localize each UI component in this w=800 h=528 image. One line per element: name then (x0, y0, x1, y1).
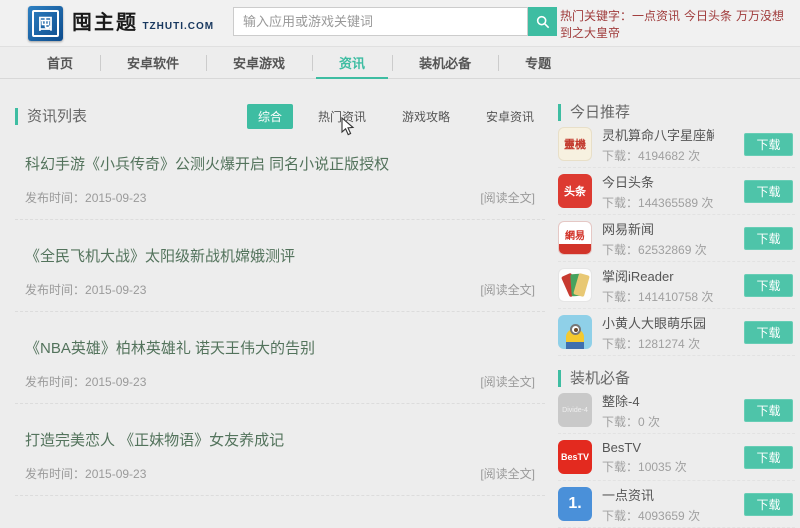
main-nav: 首页 安卓软件 安卓游戏 资讯 装机必备 专题 (0, 47, 800, 79)
news-title-link[interactable]: 《全民飞机大战》太阳级新战机嫦娥测评 (25, 245, 535, 266)
hot-keywords: 热门关键字：一点资讯今日头条万万没想到之大皇帝 (560, 8, 796, 42)
app-download-count: 下载：144365589 次 (602, 194, 714, 211)
logo-domain: TZHUTI.COM (142, 21, 214, 32)
nav-item-topics[interactable]: 专题 (498, 47, 578, 78)
app-row: 小黄人大眼萌乐园 下载：1281274 次 下载 (558, 309, 795, 356)
app-name-link[interactable]: 今日头条 (602, 172, 714, 191)
read-more-link[interactable]: [阅读全文] (480, 373, 535, 390)
nav-item-essentials[interactable]: 装机必备 (392, 47, 498, 78)
app-download-count: 下载：10035 次 (602, 458, 714, 475)
news-date: 发布时间：2015-09-23 (25, 189, 146, 206)
news-item: 《全民飞机大战》太阳级新战机嫦娥测评 发布时间：2015-09-23 [阅读全文… (15, 220, 545, 312)
search-button[interactable] (528, 7, 557, 36)
tab-zonghe[interactable]: 综合 (247, 104, 293, 129)
download-button[interactable]: 下载 (744, 493, 793, 516)
nav-item-home[interactable]: 首页 (20, 47, 100, 78)
ireader-book-icon[interactable] (558, 268, 592, 302)
read-more-link[interactable]: [阅读全文] (480, 465, 535, 482)
hot-keyword-link[interactable]: 今日头条 (684, 9, 732, 23)
download-button[interactable]: 下载 (744, 399, 793, 422)
app-row: 掌阅iReader 下载：141410758 次 下载 (558, 262, 795, 309)
news-date: 发布时间：2015-09-23 (25, 281, 146, 298)
app-name-link[interactable]: BesTV (602, 440, 714, 455)
hot-keywords-label: 热门关键字： (560, 9, 632, 23)
news-item: 打造完美恋人 《正妹物语》女友养成记 发布时间：2015-09-23 [阅读全文… (15, 404, 545, 496)
download-button[interactable]: 下载 (744, 180, 793, 203)
download-button[interactable]: 下载 (744, 446, 793, 469)
tab-hot-news[interactable]: 热门资讯 (307, 104, 377, 129)
download-button[interactable]: 下载 (744, 227, 793, 250)
app-row: 網易 网易新闻 下载：62532869 次 下载 (558, 215, 795, 262)
read-more-link[interactable]: [阅读全文] (480, 189, 535, 206)
download-button[interactable]: 下载 (744, 321, 793, 344)
news-list: 科幻手游《小兵传奇》公测火爆开启 同名小说正版授权 发布时间：2015-09-2… (15, 128, 545, 496)
app-download-count: 下载：141410758 次 (602, 288, 714, 305)
toutiao-icon[interactable]: 头条 (558, 174, 592, 208)
site-logo[interactable]: 囤 囤主题 TZHUTI.COM (28, 6, 228, 41)
hot-keyword-link[interactable]: 一点资讯 (632, 9, 680, 23)
tab-android-news[interactable]: 安卓资讯 (475, 104, 545, 129)
essentials-title: 装机必备 (558, 370, 795, 387)
app-download-count: 下载：4093659 次 (602, 507, 714, 524)
site-header: 囤 囤主题 TZHUTI.COM 热门关键字：一点资讯今日头条万万没想到之大皇帝 (0, 0, 800, 47)
tab-game-guides[interactable]: 游戏攻略 (391, 104, 461, 129)
app-row: 头条 今日头条 下载：144365589 次 下载 (558, 168, 795, 215)
app-name-link[interactable]: 整除-4 (602, 391, 714, 410)
news-section-title: 资讯列表 (15, 108, 87, 125)
news-title-link[interactable]: 科幻手游《小兵传奇》公测火爆开启 同名小说正版授权 (25, 153, 535, 174)
app-name-link[interactable]: 一点资讯 (602, 485, 714, 504)
app-name-link[interactable]: 网易新闻 (602, 219, 714, 238)
divide4-icon[interactable]: Divide-4 (558, 393, 592, 427)
app-row: Divide-4 整除-4 下载：0 次 下载 (558, 387, 795, 434)
app-download-count: 下载：1281274 次 (602, 335, 714, 352)
netease-news-icon[interactable]: 網易 (558, 221, 592, 255)
news-item: 《NBA英雄》柏林英雄礼 诺天王伟大的告别 发布时间：2015-09-23 [阅… (15, 312, 545, 404)
app-row: BesTV BesTV 下载：10035 次 下载 (558, 434, 795, 481)
app-name-link[interactable]: 小黄人大眼萌乐园 (602, 313, 714, 332)
news-date: 发布时间：2015-09-23 (25, 465, 146, 482)
app-name-link[interactable]: 掌阅iReader (602, 266, 714, 285)
nav-item-android-software[interactable]: 安卓软件 (100, 47, 206, 78)
minion-icon[interactable] (558, 315, 592, 349)
nav-item-android-games[interactable]: 安卓游戏 (206, 47, 312, 78)
sidebar: 今日推荐 靈機 灵机算命八字星座解梦风 下载：4194682 次 下载 头条 今… (558, 104, 795, 528)
news-section: 资讯列表 综合 热门资讯 游戏攻略 安卓资讯 科幻手游《小兵传奇》公测火爆开启 … (15, 104, 545, 528)
logo-icon: 囤 (28, 6, 63, 41)
main-content: 资讯列表 综合 热门资讯 游戏攻略 安卓资讯 科幻手游《小兵传奇》公测火爆开启 … (0, 79, 800, 528)
news-tabs: 综合 热门资讯 游戏攻略 安卓资讯 (233, 104, 545, 129)
logo-icon-glyph: 囤 (32, 10, 59, 37)
app-name-link[interactable]: 灵机算命八字星座解梦风 (602, 125, 714, 144)
download-button[interactable]: 下载 (744, 274, 793, 297)
news-title-link[interactable]: 打造完美恋人 《正妹物语》女友养成记 (25, 429, 535, 450)
news-title-link[interactable]: 《NBA英雄》柏林英雄礼 诺天王伟大的告别 (25, 337, 535, 358)
yidian-icon[interactable]: 1. (558, 487, 592, 521)
app-row: 1. 一点资讯 下载：4093659 次 下载 (558, 481, 795, 528)
news-item: 科幻手游《小兵传奇》公测火爆开启 同名小说正版授权 发布时间：2015-09-2… (15, 128, 545, 220)
lingji-fortune-icon[interactable]: 靈機 (558, 127, 592, 161)
bestv-icon[interactable]: BesTV (558, 440, 592, 474)
search-input[interactable] (233, 7, 528, 36)
search-icon (535, 14, 551, 30)
news-date: 发布时间：2015-09-23 (25, 373, 146, 390)
app-download-count: 下载：62532869 次 (602, 241, 714, 258)
app-row: 靈機 灵机算命八字星座解梦风 下载：4194682 次 下载 (558, 121, 795, 168)
app-download-count: 下载：4194682 次 (602, 147, 714, 164)
download-button[interactable]: 下载 (744, 133, 793, 156)
read-more-link[interactable]: [阅读全文] (480, 281, 535, 298)
app-download-count: 下载：0 次 (602, 413, 714, 430)
nav-item-news[interactable]: 资讯 (312, 47, 392, 78)
search-bar (233, 7, 557, 36)
today-recommend-title: 今日推荐 (558, 104, 795, 121)
logo-title: 囤主题 (72, 12, 138, 34)
